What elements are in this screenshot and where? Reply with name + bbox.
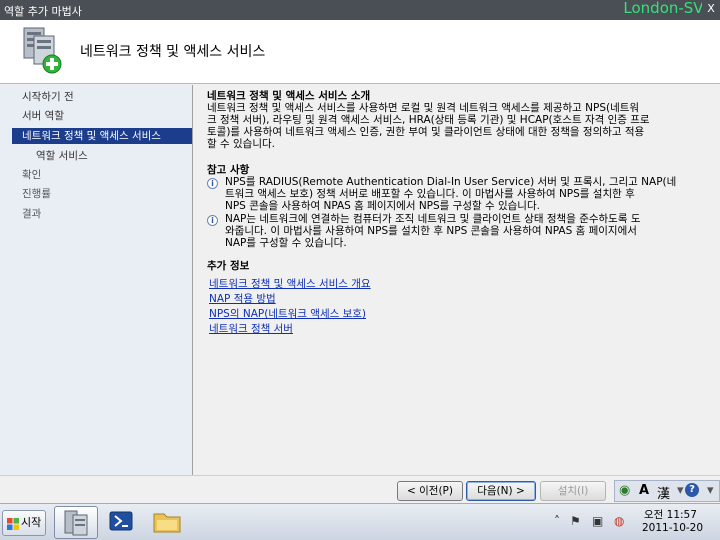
start-button[interactable]: 시작 [2,510,46,536]
add-roles-wizard-window: 역할 추가 마법사 London-SVR X 네트워크 정책 및 액세스 서비스… [0,0,720,503]
note-line: NPS를 RADIUS(Remote Authentication Dial-I… [225,176,677,188]
sidebar-item-role-services[interactable]: 역할 서비스 [0,148,192,164]
ime-menu-icon[interactable]: ▾ [677,483,684,498]
intro-line: 네트워크 정책 및 액세스 서비스를 사용하면 로컬 및 원격 네트워크 액세스… [207,102,640,114]
content-pane: 네트워크 정책 및 액세스 서비스 소개 네트워크 정책 및 액세스 서비스를 … [193,85,720,475]
server-role-icon [23,27,62,74]
ime-globe-icon[interactable]: ◉ [619,483,630,498]
next-button[interactable]: 다음(N) > [466,481,536,501]
sidebar-item-server-roles[interactable]: 서버 역할 [0,108,192,124]
sidebar-item-before-you-begin[interactable]: 시작하기 전 [0,89,192,105]
more-info-heading: 추가 정보 [207,260,250,272]
link-npas-overview[interactable]: 네트워크 정책 및 액세스 서비스 개요 [209,276,371,291]
install-button: 설치(I) [540,481,606,501]
intro-line: 크 정책 서버), 라우팅 및 원격 액세스 서비스, HRA(상태 등록 기관… [207,114,650,126]
note-text: NAP는 네트워크에 연결하는 컴퓨터가 조직 네트워크 및 클라이언트 상태 … [225,213,699,249]
volume-muted-icon[interactable]: ◍ [614,514,624,528]
sidebar-item-progress: 진행률 [22,188,51,200]
note-line: 트워크 액세스 보호) 정책 서버로 배포할 수 있습니다. 이 마법사를 사용… [225,188,635,200]
powershell-icon [109,511,133,531]
help-icon[interactable]: ? [685,483,699,497]
note-line: 와줍니다. 이 마법사를 사용하여 NPS를 설치한 후 NPS 콘솔을 사용하… [225,225,637,237]
ime-mode-a[interactable]: A [639,483,649,498]
sidebar-item-confirmation: 확인 [22,169,42,181]
note-line: NAP를 구성할 수 있습니다. [225,237,347,249]
note-line: NPS 콘솔을 사용하여 NPAS 홈 페이지에서 NPS를 구성할 수 있습니… [225,200,540,212]
server-manager-taskbar-icon[interactable] [54,506,98,539]
title-bar[interactable]: 역할 추가 마법사 London-SVR X [0,0,720,20]
language-bar[interactable]: ◉ A 漢 ▾ ? ▾ [614,480,720,502]
start-label: 시작 [21,516,42,529]
wizard-button-bar: < 이전(P) 다음(N) > 설치(I) [0,475,720,503]
info-icon: i [207,178,218,189]
link-nap-enforcement[interactable]: NAP 적용 방법 [209,291,276,306]
action-center-flag-icon[interactable]: ⚑ [570,514,581,528]
intro-line: 할 수 있습니다. [207,138,275,150]
notes-heading: 참고 사항 [207,164,250,176]
clock-date[interactable]: 2011-10-20 [642,522,703,534]
link-nap-in-nps[interactable]: NPS의 NAP(네트워크 액세스 보호) [209,306,366,321]
windows-logo-icon [7,518,19,530]
intro-line: 토콜)를 사용하여 네트워크 액세스 인증, 권한 부여 및 클라이언트 상태에… [207,126,645,138]
window-title: 역할 추가 마법사 [4,5,82,18]
langbar-options-icon[interactable]: ▾ [707,483,714,498]
explorer-taskbar-icon[interactable] [146,506,190,539]
close-button[interactable]: X [702,2,720,16]
note-line: NAP는 네트워크에 연결하는 컴퓨터가 조직 네트워크 및 클라이언트 상태 … [225,213,641,225]
clock-time[interactable]: 오전 11:57 [644,507,697,522]
hostname-label: London-SVR [623,0,714,17]
page-title: 네트워크 정책 및 액세스 서비스 [80,44,266,60]
powershell-taskbar-icon[interactable] [100,506,144,539]
show-hidden-icons-icon[interactable]: ˄ [554,514,560,528]
wizard-steps-sidebar: 시작하기 전 서버 역할 네트워크 정책 및 액세스 서비스 역할 서비스 확인… [0,85,192,475]
folder-icon [153,513,181,533]
note-text: NPS를 RADIUS(Remote Authentication Dial-I… [225,176,699,212]
sidebar-item-npas[interactable]: 네트워크 정책 및 액세스 서비스 [12,128,192,144]
network-icon[interactable]: ▣ [592,514,603,528]
sidebar-item-results: 결과 [22,208,42,220]
info-icon: i [207,215,218,226]
back-button[interactable]: < 이전(P) [397,481,463,501]
system-tray: ˄ ⚑ ▣ ◍ 오전 11:57 2011-10-20 [552,506,720,540]
intro-heading: 네트워크 정책 및 액세스 서비스 소개 [207,90,371,102]
wizard-header: 네트워크 정책 및 액세스 서비스 [0,20,720,84]
server-manager-icon [64,510,88,536]
intro-paragraph: 네트워크 정책 및 액세스 서비스를 사용하면 로컬 및 원격 네트워크 액세스… [207,102,699,150]
link-network-policy-server[interactable]: 네트워크 정책 서버 [209,321,293,336]
ime-hanja-icon[interactable]: 漢 [657,483,670,502]
